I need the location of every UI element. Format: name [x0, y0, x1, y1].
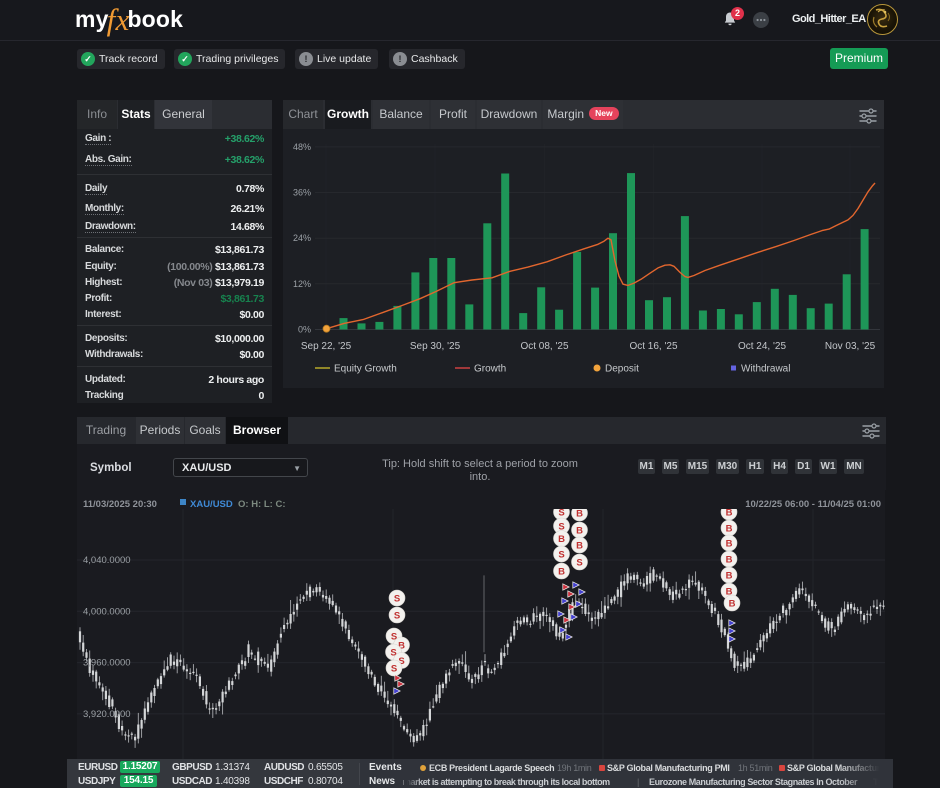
svg-text:B: B	[576, 509, 583, 520]
svg-text:B: B	[726, 539, 733, 550]
svg-text:B: B	[576, 526, 583, 537]
svg-text:3,920.0000: 3,920.0000	[83, 709, 131, 720]
svg-text:24%: 24%	[293, 233, 311, 243]
svg-text:0%: 0%	[298, 325, 311, 335]
svg-text:B: B	[558, 567, 565, 578]
svg-text:S: S	[558, 550, 564, 561]
svg-text:3,960.0000: 3,960.0000	[83, 658, 131, 669]
svg-text:XAU/USD: XAU/USD	[190, 499, 233, 510]
svg-text:S: S	[394, 611, 400, 622]
svg-text:O: H: L: C:: O: H: L: C:	[238, 499, 286, 510]
svg-text:4,040.0000: 4,040.0000	[83, 555, 131, 566]
svg-text:Oct 16, '25: Oct 16, '25	[629, 341, 677, 352]
svg-text:B: B	[726, 508, 733, 519]
svg-text:48%: 48%	[293, 142, 311, 152]
svg-text:S: S	[394, 594, 400, 605]
svg-text:Deposit: Deposit	[605, 364, 639, 375]
svg-text:36%: 36%	[293, 188, 311, 198]
svg-text:Sep 30, '25: Sep 30, '25	[410, 341, 461, 352]
svg-text:B: B	[726, 524, 733, 535]
svg-text:S: S	[558, 508, 564, 519]
svg-text:Growth: Growth	[474, 364, 506, 375]
svg-text:B: B	[726, 555, 733, 566]
svg-text:4,000.0000: 4,000.0000	[83, 606, 131, 617]
svg-text:B: B	[726, 571, 733, 582]
svg-text:B: B	[576, 541, 583, 552]
svg-text:Equity Growth: Equity Growth	[334, 364, 397, 375]
svg-text:S: S	[576, 558, 582, 569]
svg-text:Sep 22, '25: Sep 22, '25	[301, 341, 352, 352]
svg-text:S: S	[391, 664, 397, 675]
svg-text:B: B	[729, 599, 736, 610]
svg-text:12%: 12%	[293, 279, 311, 289]
svg-text:10/22/25 06:00 - 11/04/25 01:0: 10/22/25 06:00 - 11/04/25 01:00	[745, 499, 881, 510]
svg-text:Oct 08, '25: Oct 08, '25	[520, 341, 568, 352]
svg-text:Withdrawal: Withdrawal	[741, 364, 790, 375]
svg-text:Oct 24, '25: Oct 24, '25	[738, 341, 786, 352]
svg-text:11/03/2025 20:30: 11/03/2025 20:30	[83, 499, 157, 510]
svg-text:Nov 03, '25: Nov 03, '25	[825, 341, 876, 352]
svg-text:B: B	[558, 534, 565, 545]
